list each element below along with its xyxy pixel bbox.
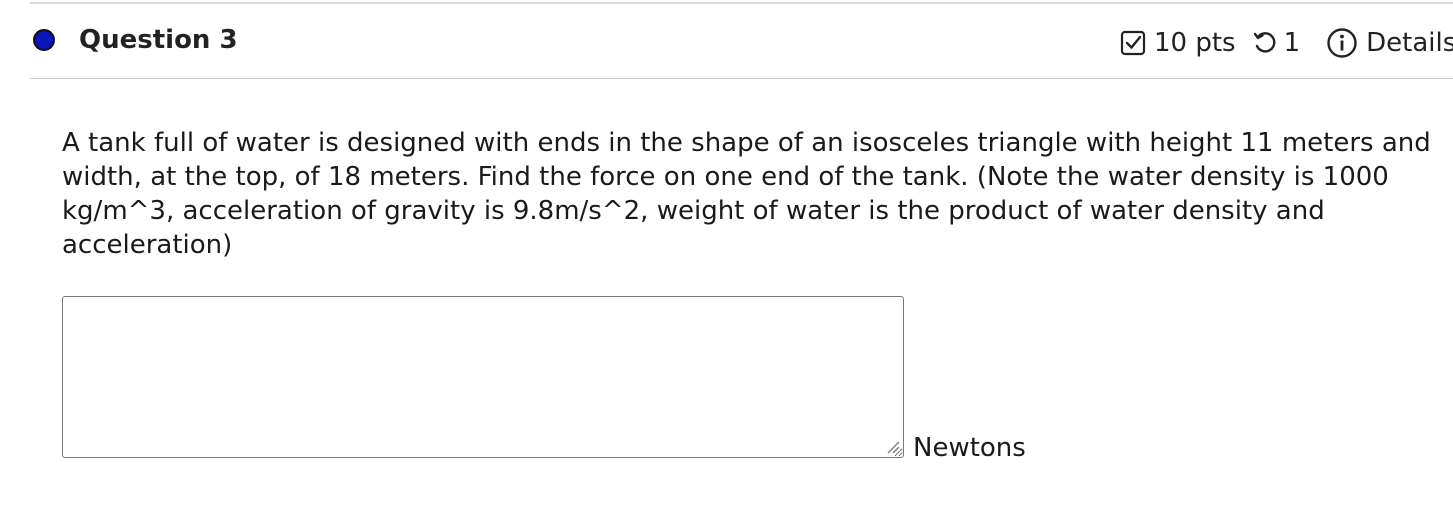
question-title: Question 3 bbox=[79, 25, 238, 55]
details-link[interactable]: Details bbox=[1366, 28, 1453, 58]
status-dot-icon bbox=[33, 29, 55, 51]
answer-input[interactable] bbox=[62, 296, 904, 458]
points-label: 10 pts bbox=[1154, 28, 1236, 58]
info-circle-icon[interactable] bbox=[1326, 27, 1358, 59]
question-header: Question 3 10 pts 1 Details bbox=[0, 0, 1453, 80]
checkbox-check-icon bbox=[1120, 30, 1146, 56]
attempts-count: 1 bbox=[1283, 28, 1301, 58]
header-divider bbox=[30, 78, 1453, 79]
undo-arrow-icon bbox=[1252, 30, 1278, 56]
question-page: Question 3 10 pts 1 Details A tank full … bbox=[0, 0, 1453, 524]
question-meta: 10 pts 1 Details bbox=[1120, 26, 1453, 60]
unit-label: Newtons bbox=[913, 433, 1026, 463]
question-text: A tank full of water is designed with en… bbox=[62, 128, 1431, 260]
